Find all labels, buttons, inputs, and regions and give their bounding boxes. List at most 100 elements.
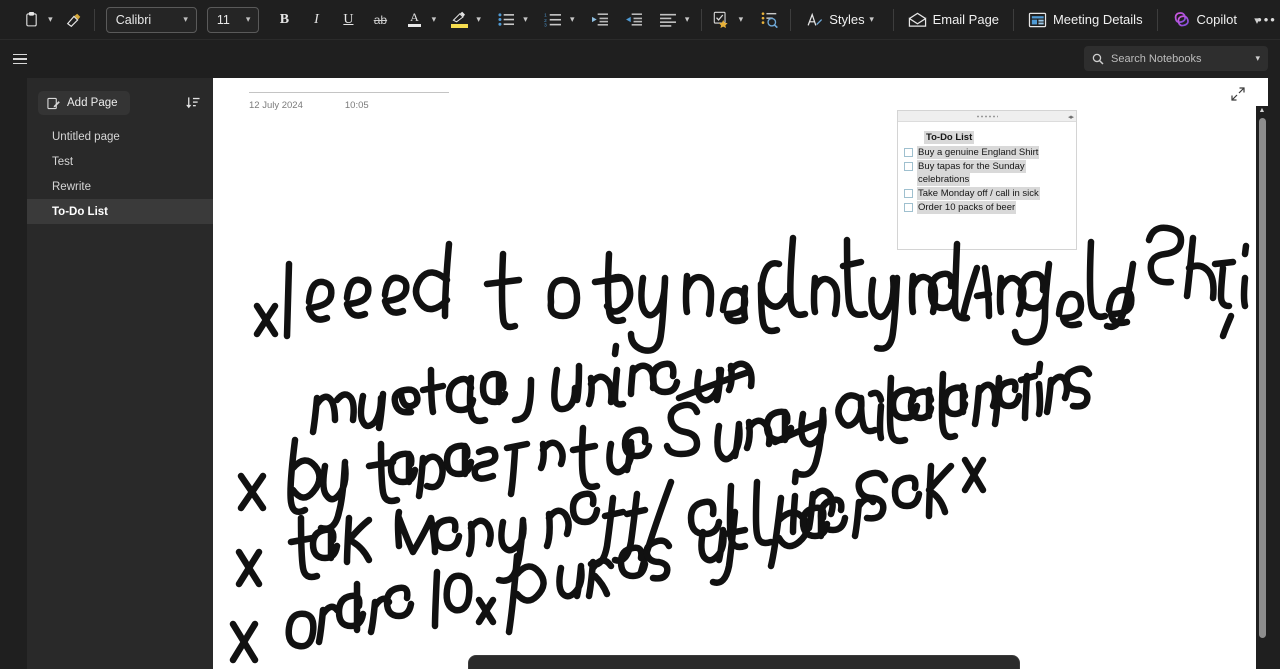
page-item-label: Rewrite	[52, 181, 91, 193]
sort-pages-icon[interactable]	[181, 92, 203, 114]
vertical-scrollbar[interactable]: ▲	[1256, 106, 1268, 669]
drag-handle-icon[interactable]	[976, 115, 998, 118]
ribbon-divider-6	[1157, 9, 1158, 31]
tag-chevron-icon[interactable]: ▾	[734, 5, 747, 35]
styles-icon	[805, 11, 823, 29]
paste-icon[interactable]	[18, 5, 44, 35]
ribbon-divider-2	[701, 9, 702, 31]
page-metadata: 12 July 2024 10:05	[249, 92, 449, 111]
search-icon	[1090, 51, 1106, 67]
strikethrough-label: ab	[374, 13, 387, 27]
todo-item-wrap: celebrations	[904, 173, 1070, 186]
onenote-window: ▾ Calibri ▾ 11 ▾ B I U ab A	[0, 0, 1280, 669]
meeting-details-label: Meeting Details	[1053, 12, 1143, 27]
page-time: 10:05	[345, 100, 369, 111]
resize-handle-icon[interactable]: ◂▸	[1068, 113, 1073, 121]
note-header-bar[interactable]: ◂▸	[898, 111, 1076, 122]
add-page-label: Add Page	[67, 97, 118, 109]
navigation-menu-icon[interactable]	[8, 47, 32, 71]
page-date: 12 July 2024	[249, 100, 303, 111]
sidebar-item-rewrite[interactable]: Rewrite	[27, 174, 213, 199]
highlight-chevron-icon[interactable]: ▾	[472, 5, 485, 35]
todo-item[interactable]: Take Monday off / call in sick	[904, 187, 1070, 200]
note-body[interactable]: To-Do List Buy a genuine England Shirt B…	[898, 122, 1076, 214]
styles-chevron-icon[interactable]: ▾	[865, 5, 879, 35]
page-list: Untitled page Test Rewrite To-Do List	[27, 124, 213, 224]
tag-star-icon[interactable]	[708, 5, 734, 35]
font-size-select[interactable]: 11 ▾	[207, 7, 260, 33]
font-size-chevron-icon: ▾	[242, 14, 255, 25]
find-tags-icon[interactable]	[757, 5, 783, 35]
sidebar-item-test[interactable]: Test	[27, 149, 213, 174]
todo-label: Buy a genuine England Shirt	[917, 146, 1039, 159]
font-family-select[interactable]: Calibri ▾	[106, 7, 197, 33]
format-painter-icon[interactable]	[61, 5, 87, 35]
todo-checkbox[interactable]	[904, 189, 913, 198]
todo-label: Buy tapas for the Sunday	[917, 160, 1026, 173]
todo-item[interactable]: Buy tapas for the Sunday	[904, 160, 1070, 173]
email-page-button[interactable]: Email Page	[901, 5, 1006, 35]
numbered-list-chevron-icon[interactable]: ▾	[566, 5, 579, 35]
collapse-ribbon-chevron-icon[interactable]: ▾	[1246, 9, 1268, 31]
svg-text:3: 3	[544, 23, 547, 27]
search-placeholder: Search Notebooks	[1111, 53, 1255, 65]
meeting-details-button[interactable]: Meeting Details	[1021, 5, 1150, 35]
font-color-letter: A	[410, 12, 419, 23]
todo-note-container[interactable]: ◂▸ To-Do List Buy a genuine England Shir…	[897, 110, 1077, 250]
font-color-chevron-icon[interactable]: ▾	[427, 5, 440, 35]
underline-button[interactable]: U	[335, 5, 361, 35]
todo-checkbox[interactable]	[904, 203, 913, 212]
align-text-icon[interactable]	[655, 5, 681, 35]
ribbon-divider-4	[893, 9, 894, 31]
highlight-swatch	[451, 24, 468, 28]
font-family-chevron-icon: ▾	[179, 14, 192, 25]
note-canvas[interactable]: 12 July 2024 10:05 ◂▸ To-Do List	[213, 78, 1268, 669]
todo-checkbox[interactable]	[904, 148, 913, 157]
styles-button[interactable]: Styles ▾	[798, 5, 885, 35]
paste-options-chevron-icon[interactable]: ▾	[44, 5, 57, 35]
strikethrough-button[interactable]: ab	[367, 5, 393, 35]
edit-page-icon	[47, 97, 60, 110]
page-sidebar: Add Page Untitled page Test Rewrite	[27, 78, 213, 669]
hamburger-line-2	[13, 58, 27, 60]
search-chevron-down-icon[interactable]: ▾	[1255, 53, 1262, 64]
envelope-icon	[908, 12, 927, 28]
highlight-icon[interactable]	[446, 5, 472, 35]
decrease-indent-icon[interactable]	[587, 5, 613, 35]
font-color-swatch	[408, 24, 421, 27]
copilot-label: Copilot	[1197, 12, 1237, 27]
copilot-button[interactable]: Copilot	[1165, 5, 1244, 35]
todo-item[interactable]: Buy a genuine England Shirt	[904, 146, 1070, 159]
sidebar-header: Add Page	[27, 78, 213, 115]
sidebar-item-to-do-list[interactable]: To-Do List	[27, 199, 213, 224]
todo-label-continuation: celebrations	[917, 173, 970, 186]
search-notebooks-field[interactable]: Search Notebooks ▾	[1084, 46, 1268, 71]
todo-item[interactable]: Order 10 packs of beer	[904, 201, 1070, 214]
calendar-icon	[1028, 11, 1047, 28]
bold-label: B	[280, 12, 289, 28]
increase-indent-icon[interactable]	[621, 5, 647, 35]
numbered-list-icon[interactable]: 1 2 3	[540, 5, 566, 35]
expand-page-icon[interactable]	[1230, 86, 1246, 102]
todo-label: Order 10 packs of beer	[917, 201, 1016, 214]
font-color-icon[interactable]: A	[401, 5, 427, 35]
scrollbar-thumb[interactable]	[1259, 118, 1266, 638]
floating-ink-toolbar[interactable]	[468, 655, 1020, 669]
align-chevron-icon[interactable]: ▾	[681, 5, 694, 35]
bold-button[interactable]: B	[271, 5, 297, 35]
ribbon-divider-5	[1013, 9, 1014, 31]
scroll-up-arrow-icon[interactable]: ▲	[1258, 108, 1266, 114]
ribbon-divider-3	[790, 9, 791, 31]
sidebar-item-untitled-page[interactable]: Untitled page	[27, 124, 213, 149]
page-item-label: To-Do List	[52, 206, 108, 218]
page-item-label: Test	[52, 156, 73, 168]
italic-button[interactable]: I	[303, 5, 329, 35]
todo-checkbox[interactable]	[904, 162, 913, 171]
bullet-list-icon[interactable]	[493, 5, 519, 35]
secondary-toolbar: Search Notebooks ▾	[0, 40, 1280, 78]
handwritten-ink-layer	[213, 78, 1268, 669]
add-page-button[interactable]: Add Page	[38, 91, 130, 115]
hamburger-line-1	[13, 54, 27, 56]
bullet-list-chevron-icon[interactable]: ▾	[519, 5, 532, 35]
font-size-value: 11	[217, 13, 242, 27]
